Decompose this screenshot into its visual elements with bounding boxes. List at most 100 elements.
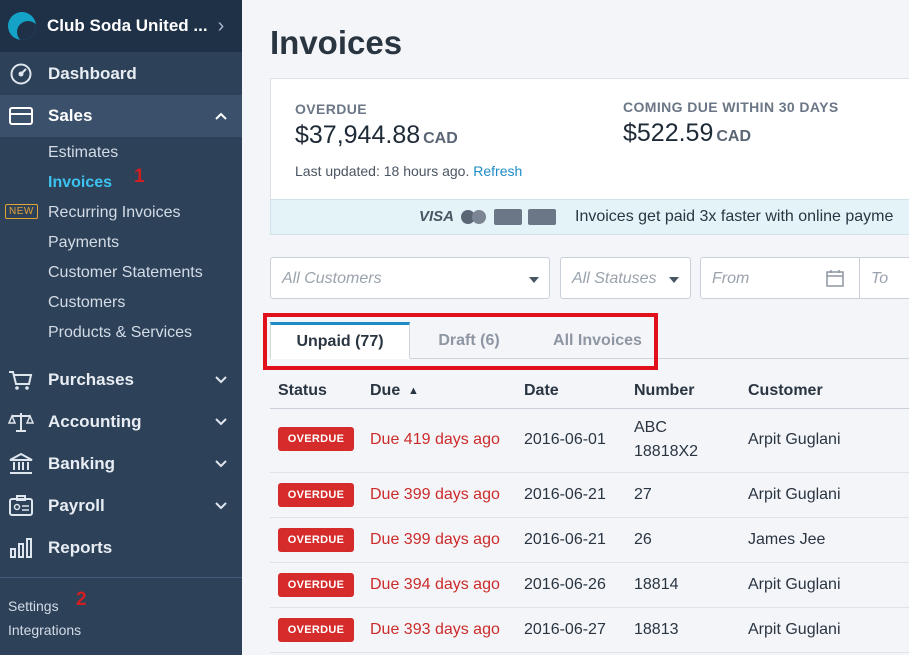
sidebar-item-invoices[interactable]: Invoices [48,174,112,192]
cart-icon [9,371,33,390]
number-cell-line2: 18818X2 [634,443,699,460]
customer-cell: Arpit Guglani [748,486,841,503]
bank-payment-icon [528,208,557,225]
sidebar-item-customer-statements[interactable]: Customer Statements [48,264,203,282]
nav-label: Purchases [48,370,134,389]
status-badge: OVERDUE [278,483,354,507]
nav-label: Banking [48,454,116,473]
number-cell: 27 [634,486,652,503]
due-text: Due 399 days ago [370,486,500,503]
nav-dashboard[interactable]: Dashboard [0,53,242,95]
invoice-summary-card: OVERDUE $37,944.88 CAD COMING DUE WITHIN … [270,78,909,200]
online-payments-banner[interactable]: VISA Invoices get paid 3x faster with on… [270,199,909,235]
chevron-up-icon [215,112,227,120]
sales-icon [9,107,33,125]
column-due[interactable]: Due [370,382,400,400]
page-title: Invoices [270,24,403,61]
table-header: Status Due ▲ Date Number Customer [270,374,909,409]
last-updated-text: Last updated: 18 hours ago. [295,163,470,179]
annotation-highlight-box [263,313,658,370]
dropdown-caret-icon [529,277,539,283]
table-row[interactable]: OVERDUE Due 399 days ago 2016-06-21 26 J… [270,518,909,563]
sidebar-divider [0,577,242,578]
nav-label: Accounting [48,412,142,431]
column-number[interactable]: Number [634,382,694,400]
nav-banking[interactable]: Banking [0,443,242,485]
overdue-amount: $37,944.88 CAD [295,121,458,150]
column-customer[interactable]: Customer [748,382,823,400]
nav-label: Dashboard [48,64,137,83]
table-row[interactable]: OVERDUE Due 394 days ago 2016-06-26 1881… [270,563,909,608]
visa-logo: VISA [419,208,455,225]
chevron-right-icon: › [217,14,225,37]
coming-due-currency: CAD [716,128,752,145]
new-badge: NEW [5,204,38,219]
dashboard-icon [10,63,32,85]
number-cell: 18814 [634,576,679,593]
business-switcher[interactable]: Club Soda United ... › [0,0,242,52]
overdue-value: $37,944.88 [295,121,421,149]
due-text: Due 393 days ago [370,621,500,638]
date-cell: 2016-06-27 [524,621,606,638]
nav-payroll[interactable]: Payroll [0,485,242,527]
status-badge: OVERDUE [278,427,354,451]
to-date-placeholder: To [871,270,889,287]
coming-due-value: $522.59 [623,119,714,147]
status-filter-select[interactable]: All Statuses [560,257,691,299]
date-cell: 2016-06-26 [524,576,606,593]
sidebar-item-recurring-invoices[interactable]: Recurring Invoices [48,204,181,222]
nav-label: Sales [48,106,93,125]
customer-filter-select[interactable]: All Customers [270,257,550,299]
sidebar-item-integrations[interactable]: Integrations [8,622,81,638]
coming-due-amount: $522.59 CAD [623,119,751,148]
due-text: Due 419 days ago [370,431,500,448]
table-row[interactable]: OVERDUE Due 399 days ago 2016-06-21 27 A… [270,473,909,518]
date-cell: 2016-06-21 [524,486,606,503]
business-name: Club Soda United ... [47,16,208,35]
coming-due-label: COMING DUE WITHIN 30 DAYS [623,99,839,115]
column-status[interactable]: Status [278,382,327,400]
sidebar-item-payments[interactable]: Payments [48,234,119,252]
status-badge: OVERDUE [278,573,354,597]
nav-reports[interactable]: Reports [0,527,242,569]
nav-accounting[interactable]: Accounting [0,401,242,443]
table-row[interactable]: OVERDUE Due 419 days ago 2016-06-01 ABC … [270,409,909,473]
customer-cell: James Jee [748,531,826,548]
overdue-label: OVERDUE [295,101,368,117]
nav-purchases[interactable]: Purchases [0,359,242,401]
annotation-number-1: 1 [134,166,145,187]
amex-icon [494,208,523,225]
chevron-down-icon [215,460,227,468]
nav-label: Payroll [48,496,105,515]
date-cell: 2016-06-01 [524,431,606,448]
calendar-icon[interactable] [825,268,845,288]
chevron-down-icon [215,502,227,510]
date-cell: 2016-06-21 [524,531,606,548]
status-badge: OVERDUE [278,618,354,642]
scale-icon [8,413,34,432]
chevron-down-icon [215,418,227,426]
table-row[interactable]: OVERDUE Due 393 days ago 2016-06-27 1881… [270,608,909,653]
due-text: Due 394 days ago [370,576,500,593]
card-logos: VISA [419,208,557,225]
chevron-down-icon [215,376,227,384]
nav-label: Reports [48,538,113,557]
sidebar-item-estimates[interactable]: Estimates [48,144,118,162]
customer-cell: Arpit Guglani [748,431,841,448]
nav-sales[interactable]: Sales [0,95,242,137]
column-date[interactable]: Date [524,382,559,400]
sort-ascending-icon[interactable]: ▲ [408,385,419,397]
wave-logo-icon [8,12,36,40]
number-cell: 26 [634,531,652,548]
from-date-input[interactable]: From [700,257,860,299]
sidebar-item-customers[interactable]: Customers [48,294,125,312]
status-badge: OVERDUE [278,528,354,552]
bar-chart-icon [10,538,32,558]
mastercard-icon [460,209,488,225]
refresh-link[interactable]: Refresh [473,163,522,179]
status-filter-placeholder: All Statuses [572,270,657,287]
number-cell: 18813 [634,621,679,638]
sidebar-item-products-services[interactable]: Products & Services [48,324,192,342]
sidebar-item-settings[interactable]: Settings [8,598,59,614]
to-date-input[interactable]: To [859,257,909,299]
